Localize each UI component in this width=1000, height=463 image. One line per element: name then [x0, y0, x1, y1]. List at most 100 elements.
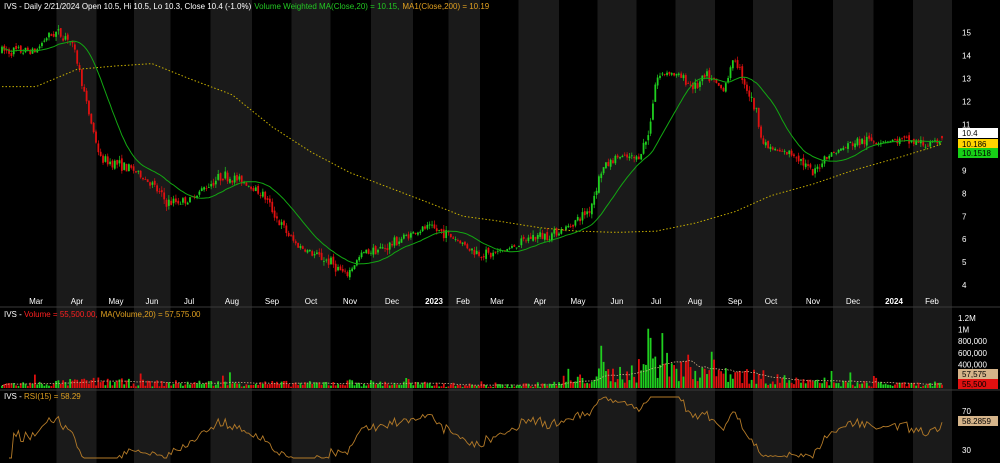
volume-bar [135, 386, 137, 388]
volume-bar [95, 385, 97, 388]
volume-bar [203, 383, 205, 388]
candle [304, 249, 307, 252]
candle [116, 160, 119, 165]
candle [76, 50, 79, 64]
volume-bar [774, 384, 777, 388]
candle [553, 229, 556, 234]
x-tick-label: Dec [846, 297, 860, 306]
volume-bar [508, 387, 511, 388]
volume-bar [261, 383, 264, 388]
candle [734, 60, 737, 62]
candle [856, 138, 859, 146]
candle [774, 148, 777, 151]
month-band [371, 0, 413, 463]
candle [447, 231, 450, 233]
volume-bar [106, 378, 109, 388]
volume-bar [43, 385, 46, 388]
volume-bar [151, 386, 154, 388]
candle [482, 256, 485, 258]
candle [699, 81, 701, 87]
volume-bar [478, 385, 480, 388]
candle [527, 237, 530, 242]
candle [642, 142, 645, 154]
candle [278, 220, 281, 226]
volume-bar [588, 383, 591, 388]
candle [903, 136, 906, 138]
volume-bar [449, 384, 452, 388]
candle [156, 185, 158, 192]
volume-bar [482, 384, 485, 388]
candle [426, 224, 429, 229]
x-tick-label: Mar [29, 297, 43, 306]
candle [62, 38, 64, 41]
x-tick-label: Jul [651, 297, 661, 306]
volume-bar [668, 376, 671, 388]
volume-bar [654, 356, 657, 388]
candle [666, 72, 668, 76]
volume-bar [468, 383, 471, 388]
candle [769, 146, 772, 150]
volume-bar [696, 381, 699, 388]
candle [297, 243, 299, 248]
candle [684, 75, 687, 85]
volume-bar [880, 381, 882, 388]
volume-bar [525, 383, 527, 388]
candle [104, 156, 107, 162]
price-tick-label: 13 [962, 75, 971, 84]
candle [410, 233, 412, 238]
volume-bar [210, 380, 213, 388]
month-band [210, 0, 252, 463]
candle [45, 38, 48, 41]
candle [797, 155, 800, 162]
candle [924, 146, 927, 148]
candle [92, 122, 95, 133]
volume-bar [734, 372, 737, 388]
volume-bar [264, 381, 267, 388]
candle [412, 232, 415, 234]
volume-bar [116, 380, 119, 388]
candle [894, 139, 896, 140]
volume-title: IVS - Volume = 55,500.00, MA(Volume,20) =… [4, 310, 201, 319]
volume-bar [837, 383, 840, 388]
stock-chart[interactable]: 456789101112131415 IVS - Daily 2/21/2024… [0, 0, 1000, 463]
candle [344, 270, 346, 272]
volume-bar [713, 359, 715, 388]
candle [804, 163, 807, 168]
candle [534, 236, 537, 240]
volume-bar [520, 386, 523, 388]
candle [184, 197, 187, 204]
candle [743, 79, 746, 85]
volume-bar [887, 384, 889, 388]
volume-bar [605, 371, 607, 388]
volume-bar [81, 379, 83, 388]
volume-bar [504, 386, 506, 388]
volume-bar [868, 385, 871, 388]
volume-bar [515, 385, 518, 388]
candle [90, 113, 93, 124]
candle [149, 182, 151, 186]
month-band [753, 0, 792, 463]
volume-bar [73, 379, 76, 388]
price-tick-label: 4 [962, 281, 967, 290]
price-tick-label: 6 [962, 235, 967, 244]
volume-bar [487, 386, 490, 388]
volume-bar [941, 384, 943, 388]
volume-bar [877, 383, 880, 388]
candle [487, 247, 490, 253]
candle [313, 254, 316, 256]
volume-bar [92, 377, 95, 388]
candle [449, 233, 452, 238]
volume-bar [854, 386, 856, 388]
candle [19, 45, 22, 53]
volume-bar [659, 364, 661, 388]
candle [858, 139, 861, 146]
volume-title-volume: Volume = 55,500.00, [24, 310, 98, 319]
volume-bar [861, 383, 863, 388]
volume-bar [280, 381, 283, 388]
x-tick-label: Feb [456, 297, 470, 306]
volume-bar [104, 385, 107, 388]
candle [870, 137, 873, 141]
volume-bar [271, 380, 274, 388]
candle [113, 160, 116, 169]
candle [125, 164, 128, 172]
